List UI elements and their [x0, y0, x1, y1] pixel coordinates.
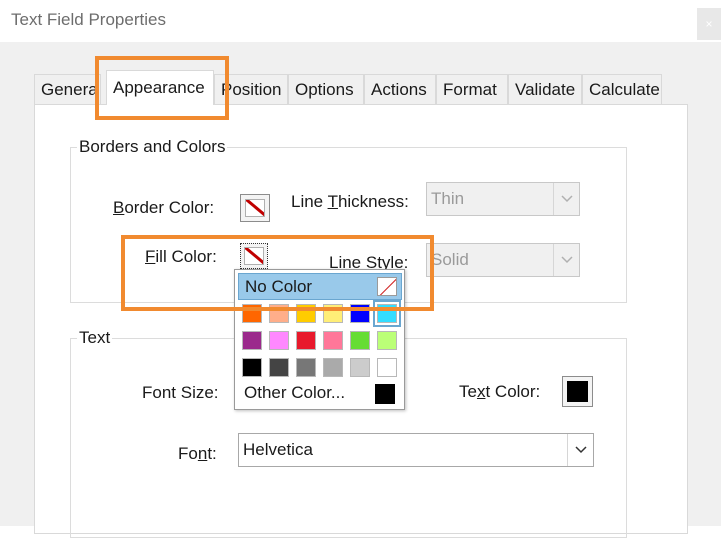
- tab-general-label: Genera: [41, 79, 98, 99]
- line-thickness-label: Line Thickness:: [291, 192, 409, 211]
- line-style-select[interactable]: Solid: [426, 243, 580, 277]
- fill-color-button[interactable]: [240, 243, 268, 269]
- text-color-button[interactable]: [562, 376, 593, 407]
- tab-position-label: Position: [221, 79, 282, 99]
- color-swatch[interactable]: [323, 358, 343, 377]
- tab-validate[interactable]: Validate: [508, 74, 582, 104]
- color-swatch[interactable]: [296, 331, 316, 350]
- line-thickness-select[interactable]: Thin: [426, 182, 580, 216]
- window-title: Text Field Properties: [11, 10, 166, 29]
- tab-actions-label: Actions: [371, 79, 427, 99]
- tab-validate-label: Validate: [515, 79, 576, 99]
- tab-appearance[interactable]: Appearance: [106, 70, 214, 105]
- text-group-title: Text: [77, 328, 113, 348]
- tab-calculate[interactable]: Calculate: [582, 74, 662, 104]
- tab-format[interactable]: Format: [436, 74, 508, 104]
- tab-appearance-label: Appearance: [113, 78, 205, 97]
- color-swatch[interactable]: [242, 331, 262, 350]
- color-swatch[interactable]: [377, 331, 397, 350]
- color-swatch[interactable]: [269, 358, 289, 377]
- color-swatch[interactable]: [373, 300, 401, 327]
- fill-color-dropdown: No Color Other Color...: [234, 269, 405, 410]
- title-bar: Text Field Properties ×: [0, 0, 721, 42]
- color-swatch[interactable]: [242, 358, 262, 377]
- text-color-label: Text Color:: [459, 382, 541, 401]
- no-color-label: No Color: [245, 276, 313, 296]
- other-color-swatch[interactable]: [375, 384, 395, 404]
- color-swatch[interactable]: [350, 331, 370, 350]
- other-color-option[interactable]: Other Color...: [244, 383, 345, 403]
- fill-color-label: Fill Color:: [145, 247, 217, 266]
- tab-actions[interactable]: Actions: [364, 74, 436, 104]
- color-swatch[interactable]: [350, 304, 370, 323]
- color-swatch[interactable]: [377, 358, 397, 377]
- text-color-swatch: [567, 381, 588, 402]
- color-swatch[interactable]: [350, 358, 370, 377]
- chevron-down-icon: [553, 183, 579, 215]
- chevron-down-icon: [567, 434, 593, 466]
- color-swatch[interactable]: [296, 304, 316, 323]
- no-color-swatch-icon: [244, 247, 264, 265]
- line-thickness-value: Thin: [431, 189, 465, 208]
- color-swatch[interactable]: [242, 304, 262, 323]
- border-color-button[interactable]: [240, 194, 270, 222]
- close-button[interactable]: ×: [697, 8, 721, 40]
- no-color-option[interactable]: No Color: [238, 273, 402, 300]
- tab-calculate-label: Calculate: [589, 79, 660, 99]
- tab-options-label: Options: [295, 79, 354, 99]
- font-select[interactable]: Helvetica: [238, 433, 594, 467]
- no-color-swatch-icon: [245, 199, 265, 217]
- no-color-icon: [377, 277, 397, 296]
- line-style-value: Solid: [431, 250, 469, 269]
- font-size-label: Font Size:: [142, 383, 219, 402]
- font-value: Helvetica: [243, 440, 313, 459]
- color-swatch[interactable]: [323, 304, 343, 323]
- color-swatch[interactable]: [296, 358, 316, 377]
- tab-position[interactable]: Position: [214, 74, 288, 104]
- chevron-down-icon: [553, 244, 579, 276]
- border-color-label: Border Color:: [113, 198, 215, 217]
- color-swatch[interactable]: [269, 304, 289, 323]
- borders-colors-title: Borders and Colors: [77, 137, 228, 157]
- tab-general[interactable]: Genera: [34, 74, 101, 104]
- tab-format-label: Format: [443, 79, 497, 99]
- font-label: Font:: [178, 444, 217, 463]
- color-swatch[interactable]: [323, 331, 343, 350]
- tab-options[interactable]: Options: [288, 74, 364, 104]
- color-swatch[interactable]: [269, 331, 289, 350]
